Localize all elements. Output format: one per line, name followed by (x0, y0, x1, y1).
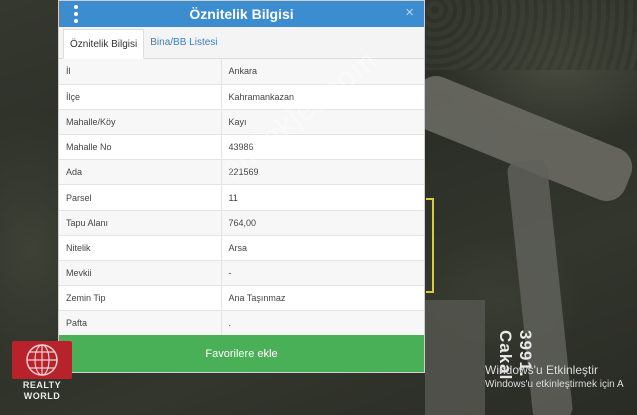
attribute-table: İl Ankara İlçe Kahramankazan Mahalle/Köy Ka… (59, 59, 424, 337)
logo-line-2: WORLD (23, 391, 61, 401)
tree-area (425, 0, 637, 70)
logo-line-1: REALTY (22, 380, 62, 390)
row-key: Parsel (59, 184, 222, 211)
vertical-dots-menu-icon[interactable] (73, 5, 79, 23)
tab-attributes[interactable]: Öznitelik Bilgisi (63, 29, 145, 59)
activation-subtitle: Windows'u etkinleştirmek için A (485, 379, 624, 390)
parcel-boundary (426, 198, 434, 293)
road (425, 300, 485, 415)
row-value: 764,00 (221, 210, 424, 236)
row-key: Ada (59, 159, 222, 186)
row-key: Mahalle/Köy (59, 109, 222, 136)
realty-world-logo: REALTY WORLD (12, 341, 72, 401)
row-key: Mevkii (59, 260, 222, 287)
row-key: Tapu Alanı (59, 210, 222, 236)
add-to-favorites-button[interactable]: Favorilere ekle (59, 335, 424, 372)
table-row: Nitelik Arsa (59, 235, 424, 262)
row-value: Arsa (221, 235, 424, 262)
table-row: Mevkii - (59, 260, 424, 287)
tab-building-list[interactable]: Bina/BB Listesi (144, 28, 223, 58)
panel-title: Öznitelik Bilgisi (189, 6, 294, 22)
row-key: Nitelik (59, 235, 222, 262)
row-key: İlçe (59, 84, 222, 110)
activation-title: Windows'u Etkinleştir (485, 363, 598, 377)
table-row: Zemin Tip Ana Taşınmaz (59, 285, 424, 312)
row-key: İl (59, 59, 222, 85)
table-row: İlçe Kahramankazan (59, 84, 424, 110)
row-value: 11 (221, 184, 424, 211)
windows-activation-notice: Windows'u Etkinleştir Windows'u etkinleş… (485, 363, 624, 390)
row-value: . (221, 310, 424, 337)
row-key: Mahalle No (59, 134, 222, 161)
table-row: Parsel 11 (59, 184, 424, 211)
row-value: - (221, 260, 424, 287)
globe-icon (12, 341, 72, 379)
row-key: Pafta (59, 310, 222, 337)
row-key: Zemin Tip (59, 285, 222, 312)
row-value: Ana Taşınmaz (221, 285, 424, 312)
close-icon[interactable]: × (405, 4, 414, 21)
table-row: Mahalle/Köy Kayı (59, 109, 424, 136)
table-row: Pafta. (59, 310, 424, 337)
table-row: Tapu Alanı 764,00 (59, 210, 424, 236)
panel-header: Öznitelik Bilgisi × (59, 1, 424, 27)
